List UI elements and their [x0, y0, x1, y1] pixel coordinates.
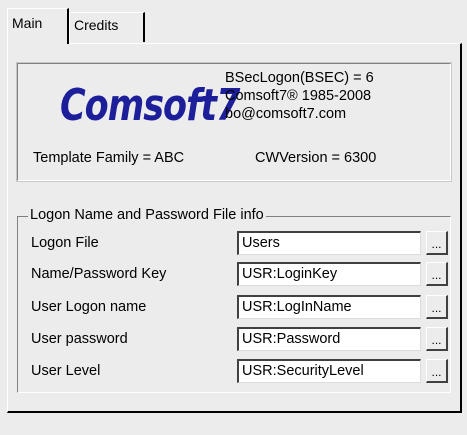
template-dialog: Main Credits Comsoft7 BSecLogon(BSEC) = …	[0, 0, 467, 435]
name-password-key-field[interactable]: USR:LoginKey	[237, 262, 421, 286]
tab-main[interactable]: Main	[7, 8, 69, 44]
user-level-browse-button[interactable]: ...	[426, 359, 448, 383]
user-level-field[interactable]: USR:SecurityLevel	[237, 359, 421, 383]
user-level-label: User Level	[31, 363, 101, 379]
user-password-label: User password	[31, 331, 128, 347]
logon-file-browse-button[interactable]: ...	[426, 231, 448, 255]
user-logon-name-browse-button[interactable]: ...	[426, 295, 448, 319]
template-family-text: Template Family = ABC	[33, 150, 185, 166]
group-title: Logon Name and Password File info	[28, 207, 266, 223]
bsec-logon-text: BSecLogon(BSEC) = 6	[225, 70, 374, 86]
comsoft7-logo: Comsoft7	[60, 81, 240, 131]
logon-file-field[interactable]: Users	[237, 231, 421, 255]
tab-strip: Main Credits	[7, 8, 462, 44]
name-password-key-label: Name/Password Key	[31, 266, 167, 282]
email-text: bo@comsoft7.com	[225, 106, 347, 122]
tab-credits[interactable]: Credits	[69, 12, 145, 42]
cw-version-text: CWVersion = 6300	[255, 150, 377, 166]
copyright-text: Comsoft7® 1985-2008	[225, 88, 372, 104]
logon-file-label: Logon File	[31, 235, 99, 251]
name-password-key-browse-button[interactable]: ...	[426, 262, 448, 286]
user-logon-name-label: User Logon name	[31, 299, 147, 315]
user-password-field[interactable]: USR:Password	[237, 327, 421, 351]
tab-credits-label: Credits	[74, 17, 119, 33]
tab-main-label: Main	[12, 15, 43, 31]
user-logon-name-field[interactable]: USR:LogInName	[237, 295, 421, 319]
user-password-browse-button[interactable]: ...	[426, 327, 448, 351]
